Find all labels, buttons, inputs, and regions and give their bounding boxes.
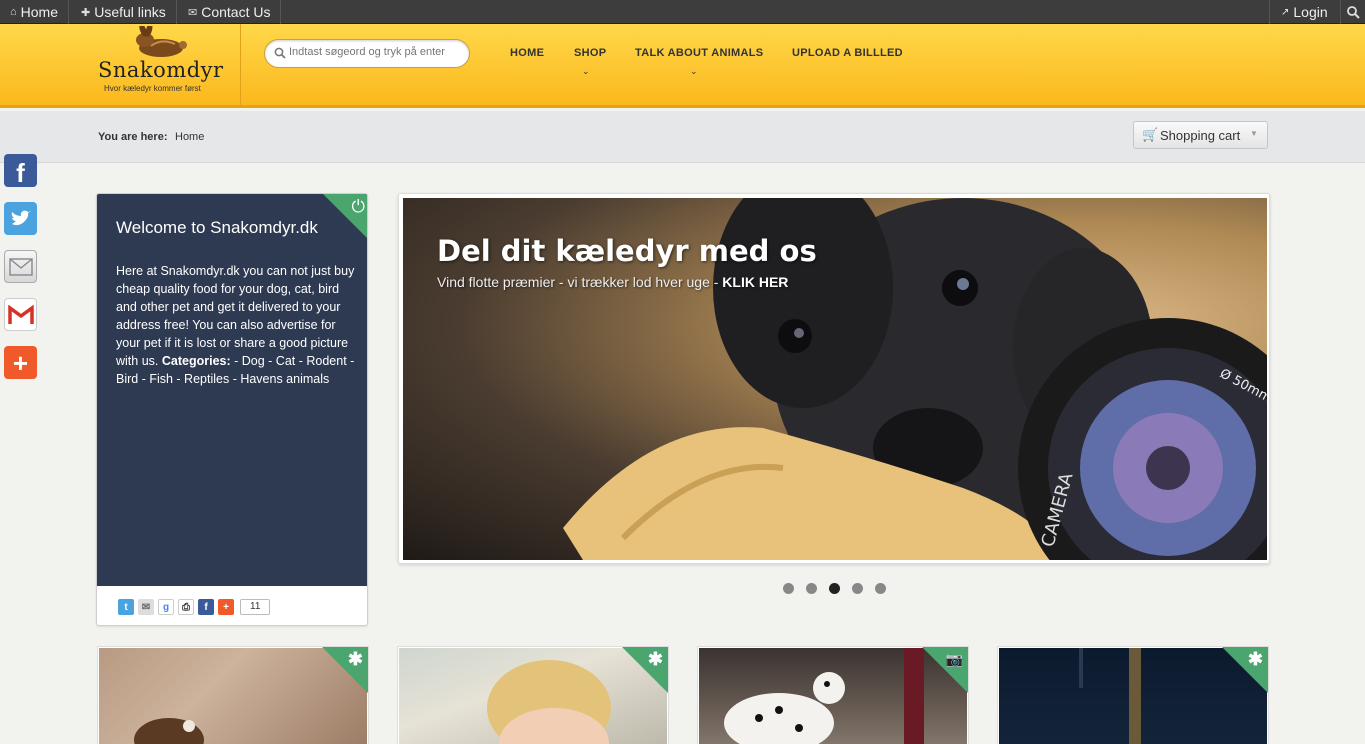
- cart-label: Shopping cart: [1160, 128, 1241, 143]
- camera-icon: 📷: [945, 651, 963, 667]
- login-arrow-icon: ↗: [1281, 6, 1290, 18]
- slide-subtitle: Vind flotte præmier - vi trækker lod hve…: [437, 274, 788, 290]
- top-home-link[interactable]: ⌂ Home: [0, 0, 70, 24]
- nav-talk-about-animals[interactable]: TALK ABOUT ANIMALS: [635, 47, 763, 59]
- logo-tagline: Hvor kæledyr kommer først: [104, 84, 201, 93]
- asterisk-icon: ✱: [1247, 649, 1263, 669]
- welcome-card: ⏻ Welcome to Snakomdyr.dk Here at Snakom…: [96, 193, 368, 626]
- twitter-icon[interactable]: [4, 202, 37, 235]
- cart-icon: 🛒: [1142, 127, 1159, 142]
- addthis-icon[interactable]: +: [4, 346, 37, 379]
- logo-name: Snakomdyr: [98, 58, 224, 82]
- slider-dots: [783, 583, 898, 594]
- welcome-text: Here at Snakomdyr.dk you can not just bu…: [116, 262, 356, 388]
- categories-label: Categories:: [161, 354, 231, 368]
- welcome-description: Here at Snakomdyr.dk you can not just bu…: [116, 264, 355, 368]
- login-link[interactable]: ↗ Login: [1269, 0, 1333, 24]
- logo[interactable]: Snakomdyr Hvor kæledyr kommer først: [95, 24, 241, 106]
- chevron-down-icon: ⌄: [690, 66, 698, 76]
- asterisk-icon: ✱: [647, 649, 663, 669]
- share-google-icon[interactable]: g: [158, 599, 174, 615]
- slider-dot-1[interactable]: [783, 583, 794, 594]
- share-bar: t ✉ g ⎙ f + 11: [118, 599, 271, 615]
- asterisk-icon: ✱: [347, 649, 363, 669]
- share-facebook-icon[interactable]: f: [198, 599, 214, 615]
- welcome-title: Welcome to Snakomdyr.dk: [116, 218, 318, 237]
- breadcrumb-label: You are here:: [98, 131, 168, 143]
- post-card[interactable]: ✱: [397, 646, 669, 744]
- power-icon: ⏻: [351, 197, 365, 216]
- search-icon: [1346, 5, 1360, 19]
- image-slider[interactable]: Ø 50mm CAMERA Del dit kæledyr med os Vin…: [398, 193, 1270, 564]
- chevron-down-icon: ⌄: [582, 66, 590, 76]
- breadcrumb-home[interactable]: Home: [175, 131, 204, 143]
- plus-icon: ✚: [81, 6, 91, 19]
- nav-home[interactable]: HOME: [510, 47, 544, 59]
- share-email-icon[interactable]: ✉: [138, 599, 154, 615]
- top-useful-links-label: Useful links: [94, 4, 166, 20]
- slide-image[interactable]: Ø 50mm CAMERA Del dit kæledyr med os Vin…: [403, 198, 1267, 560]
- gmail-icon[interactable]: [4, 298, 37, 331]
- slide-subtitle-text: Vind flotte præmier - vi trækker lod hve…: [437, 274, 723, 290]
- slider-dot-3[interactable]: [829, 583, 840, 594]
- search-icon: [274, 47, 286, 59]
- slide-cta[interactable]: KLIK HER: [722, 274, 788, 290]
- top-home-label: Home: [20, 4, 59, 20]
- share-twitter-icon[interactable]: t: [118, 599, 134, 615]
- post-card[interactable]: ✱: [97, 646, 369, 744]
- post-card[interactable]: ✱: [997, 646, 1269, 744]
- shopping-cart-button[interactable]: 🛒 Shopping cart ▼: [1133, 121, 1268, 149]
- rabbit-logo-icon: [136, 26, 187, 57]
- breadcrumb: You are here: Home 🛒 Shopping cart ▼: [0, 111, 1365, 163]
- envelope-icon: ✉: [188, 6, 198, 19]
- header: Snakomdyr Hvor kæledyr kommer først HOME…: [0, 24, 1365, 108]
- share-count: 11: [240, 599, 271, 615]
- top-contact-link[interactable]: ✉ Contact Us: [178, 0, 282, 24]
- caret-down-icon: ▼: [1250, 129, 1258, 138]
- nav-upload[interactable]: UPLOAD A BILLLED: [792, 47, 903, 59]
- welcome-panel: ⏻ Welcome to Snakomdyr.dk Here at Snakom…: [97, 194, 367, 586]
- home-icon: ⌂: [10, 6, 17, 18]
- email-icon[interactable]: [4, 250, 37, 283]
- search-input[interactable]: [289, 46, 464, 58]
- nav-shop[interactable]: SHOP: [574, 47, 606, 59]
- top-search-button[interactable]: [1340, 0, 1365, 24]
- login-label: Login: [1293, 4, 1328, 20]
- share-print-icon[interactable]: ⎙: [178, 599, 194, 615]
- slide-title: Del dit kæledyr med os: [437, 234, 817, 268]
- top-contact-label: Contact Us: [201, 4, 271, 20]
- post-card[interactable]: 📷: [697, 646, 969, 744]
- slider-dot-2[interactable]: [806, 583, 817, 594]
- top-useful-links[interactable]: ✚ Useful links: [71, 0, 177, 24]
- share-addthis-icon[interactable]: +: [218, 599, 234, 615]
- facebook-icon[interactable]: f: [4, 154, 37, 188]
- slider-dot-4[interactable]: [852, 583, 863, 594]
- slider-dot-5[interactable]: [875, 583, 886, 594]
- top-bar: ⌂ Home ✚ Useful links ✉ Contact Us ↗ Log…: [0, 0, 1365, 24]
- search-box[interactable]: [264, 39, 470, 68]
